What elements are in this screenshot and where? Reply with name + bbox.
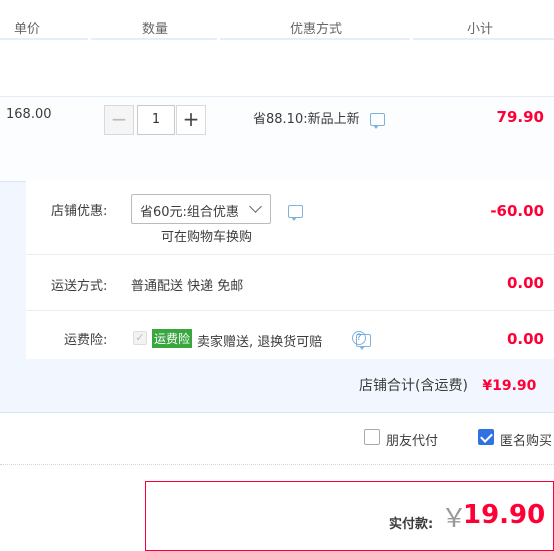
increase-quantity-button[interactable]: + <box>176 105 206 135</box>
payment-amount: 19.90 <box>463 500 546 530</box>
header-underline <box>91 38 217 40</box>
unit-price: 168.00 <box>6 107 52 122</box>
shop-discount-select[interactable]: 省60元:组合优惠 <box>131 194 271 224</box>
friend-pay-checkbox[interactable] <box>364 429 380 445</box>
shop-total: 店铺合计(含运费) ¥19.90 <box>359 375 536 395</box>
anonymous-purchase-checkbox[interactable] <box>478 429 494 445</box>
header-quantity: 数量 <box>142 22 169 37</box>
shop-total-label: 店铺合计(含运费) <box>359 378 468 394</box>
divider <box>26 310 554 311</box>
insurance-tag: 运费险 <box>152 329 193 348</box>
chevron-down-icon <box>249 200 262 213</box>
insurance-text: 卖家赠送, 退换货可赔 <box>197 335 323 350</box>
payment-options-row <box>0 412 554 465</box>
shop-discount-note: 可在购物车换购 <box>161 230 253 245</box>
shipping-label: 运送方式: <box>51 279 108 294</box>
header-unit-price: 单价 <box>14 22 41 37</box>
insurance-amount: 0.00 <box>506 330 544 348</box>
shipping-method: 普通配送 快递 免邮 <box>131 279 244 294</box>
payment-label: 实付款: <box>389 517 434 532</box>
insurance-label: 运费险: <box>64 333 108 348</box>
shop-discount-label: 店铺优惠: <box>51 204 108 219</box>
anonymous-purchase-label[interactable]: 匿名购买 <box>500 430 552 449</box>
shipping-amount: 0.00 <box>506 274 544 292</box>
shop-discount-amount: -60.00 <box>490 202 544 220</box>
divider <box>26 254 554 255</box>
header-discount: 优惠方式 <box>290 22 343 37</box>
help-icon[interactable]: ? <box>352 331 366 345</box>
header-underline <box>0 38 88 40</box>
friend-pay-label[interactable]: 朋友代付 <box>386 430 438 449</box>
header-underline <box>413 38 554 40</box>
quantity-input[interactable]: 1 <box>137 105 175 135</box>
decrease-quantity-button[interactable]: − <box>104 105 134 135</box>
message-icon[interactable] <box>288 205 303 221</box>
quantity-stepper: − 1 + <box>104 105 206 135</box>
insurance-checkbox[interactable]: ✓ <box>133 331 147 345</box>
item-promo: 省88.10:新品上新 <box>253 108 385 129</box>
message-icon[interactable] <box>369 113 385 129</box>
shop-total-value: ¥19.90 <box>482 378 537 394</box>
shop-discount-select-value: 省60元:组合优惠 <box>140 205 239 220</box>
promo-text: 省88.10:新品上新 <box>253 112 360 127</box>
header-underline <box>220 38 410 40</box>
item-subtotal: 79.90 <box>496 108 544 126</box>
table-header: 单价 数量 优惠方式 小计 <box>0 0 554 40</box>
header-subtotal: 小计 <box>467 22 494 37</box>
